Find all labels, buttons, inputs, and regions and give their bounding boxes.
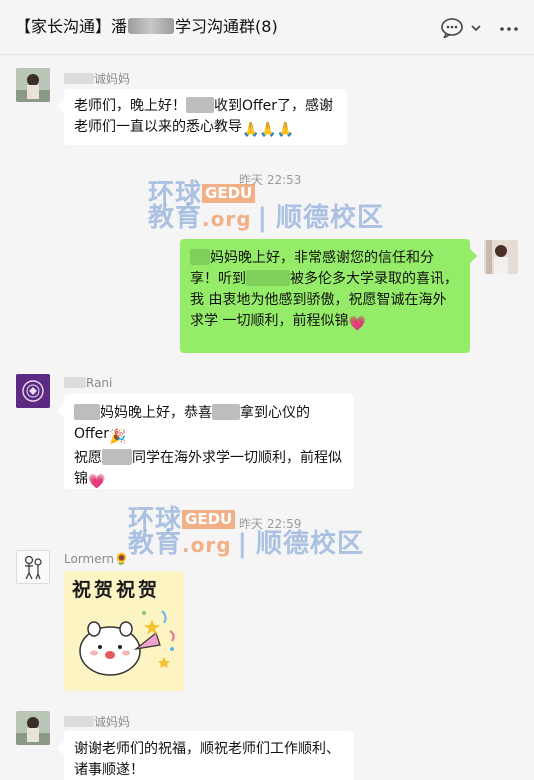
redacted-text — [64, 73, 94, 84]
redacted-text — [64, 716, 94, 727]
bunny-sticker-icon — [79, 610, 175, 676]
redacted-text — [246, 270, 290, 286]
message-text: 收到Offer了，感谢 — [214, 98, 334, 114]
redacted-text — [74, 404, 100, 420]
avatar[interactable] — [16, 711, 50, 745]
message-text: 妈妈晚上好，恭喜 — [100, 405, 212, 421]
pray-emoji-icon: 🙏🙏🙏 — [242, 122, 295, 138]
message-text: 一切顺利，前程似锦 — [222, 313, 349, 329]
more-icon[interactable] — [497, 18, 521, 38]
sender-name: 诚妈妈 — [64, 713, 130, 730]
avatar-photo — [16, 68, 50, 102]
watermark: 环球 GEDU 教育.org | 顺德校区 — [128, 505, 365, 559]
redacted-text — [128, 18, 175, 34]
sender-name: Lormern🌻 — [64, 552, 129, 566]
redacted-text — [190, 249, 210, 265]
message-text: 妈妈晚上好，非常感谢您的信任和分 — [210, 250, 434, 266]
avatar[interactable] — [484, 240, 518, 274]
message-bubble[interactable]: 妈妈晚上好，非常感谢您的信任和分 享！听到 被多伦多大学录取的喜讯，我 由衷地为他… — [180, 239, 470, 353]
message-bubble[interactable]: 谢谢老师们的祝福，顺祝老师们工作顺利、 诸事顺遂！ — [64, 731, 354, 780]
chat-title: 【家长沟通】潘 学习沟通群(8) — [15, 13, 278, 37]
sender-name: 诚妈妈 — [64, 70, 130, 87]
chat-title-suffix: 学习沟通群(8) — [175, 17, 278, 36]
avatar-photo — [484, 240, 518, 274]
watermark: 环球 GEDU 教育.org | 顺德校区 — [148, 179, 385, 233]
avatar[interactable] — [16, 68, 50, 102]
redacted-text — [102, 449, 132, 465]
avatar[interactable] — [16, 374, 50, 408]
message-text: 诸事顺遂！ — [74, 762, 144, 778]
redacted-text — [64, 377, 86, 388]
message-text: 祝愿 — [74, 450, 102, 466]
sender-name: Rani — [64, 376, 112, 390]
heart-emoji-icon: 💗 — [88, 474, 106, 490]
avatar-photo — [17, 551, 49, 583]
message-bubble[interactable]: 妈妈晚上好，恭喜 拿到心仪的 Offer🎉 祝愿 同学在海外求学一切顺利，前程似 锦… — [64, 394, 354, 490]
university-logo-icon — [16, 374, 50, 408]
message-text: 拿到心仪的 — [240, 405, 310, 421]
redacted-text — [212, 404, 240, 420]
redacted-text — [186, 97, 214, 113]
chat-header: 【家长沟通】潘 学习沟通群(8) — [0, 0, 534, 55]
message-text: 老师们一直以来的悉心教导 — [74, 119, 242, 135]
message-text: 老师们，晚上好！ — [74, 98, 186, 114]
chevron-down-icon[interactable] — [469, 18, 483, 38]
message-text: 同学在海外求学一切顺利，前程似 — [132, 450, 342, 466]
message-bubble[interactable]: 老师们，晚上好！ 收到Offer了，感谢 老师们一直以来的悉心教导🙏🙏🙏 — [64, 89, 347, 145]
message-text: 锦 — [74, 471, 88, 487]
message-text: 享！听到 — [190, 271, 246, 287]
party-popper-icon: 🎉 — [109, 429, 127, 445]
sticker-image[interactable]: 祝贺祝贺 — [64, 571, 184, 691]
message-text: 谢谢老师们的祝福，顺祝老师们工作顺利、 — [74, 741, 340, 757]
chat-title-prefix: 【家长沟通】潘 — [15, 17, 128, 36]
avatar[interactable] — [16, 550, 50, 584]
chat-bubble-icon[interactable] — [440, 18, 464, 38]
message-text: Offer — [74, 426, 110, 442]
heart-emoji-icon: 💗 — [348, 316, 366, 332]
avatar-photo — [16, 711, 50, 745]
